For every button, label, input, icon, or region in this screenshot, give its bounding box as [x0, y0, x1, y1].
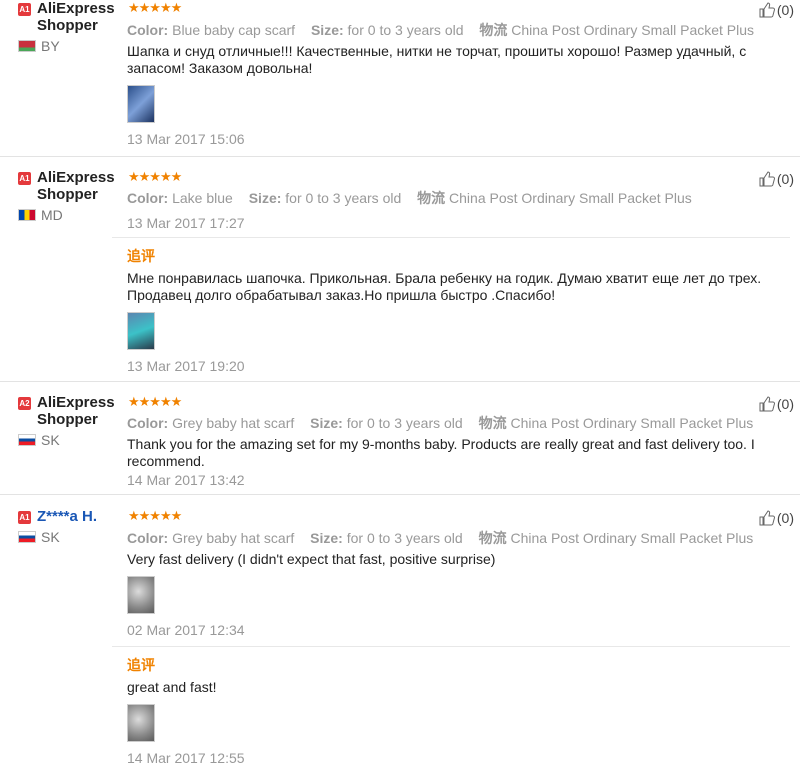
attr-logistics: China Post Ordinary Small Packet Plus: [449, 190, 692, 206]
attr-color: Grey baby hat scarf: [172, 530, 295, 546]
review-item: A1 AliExpress Shopper BY ★★★★★ (0) Color…: [0, 0, 800, 157]
review-author: A1 Z****a H. SK: [18, 508, 126, 545]
helpful-count: (0): [776, 2, 794, 18]
level-badge-icon: A1: [18, 511, 31, 524]
followup-text: Мне понравилась шапочка. Прикольная. Бра…: [127, 270, 762, 303]
helpful-count: (0): [776, 396, 794, 412]
followup-label: 追评: [127, 657, 155, 673]
followup-section: 追评 Мне понравилась шапочка. Прикольная. …: [112, 237, 790, 374]
review-date: 02 Mar 2017 12:34: [127, 622, 245, 638]
star-rating: ★★★★★: [128, 0, 182, 15]
buyer-name: AliExpress Shopper: [37, 169, 115, 203]
review-item: A1 Z****a H. SK ★★★★★ (0) Color: Grey ba…: [0, 495, 800, 766]
country-code: BY: [41, 38, 60, 54]
followup-date: 14 Mar 2017 12:55: [127, 750, 245, 766]
product-attributes: Color: Grey baby hat scarf Size: for 0 t…: [127, 530, 754, 546]
thumb-up-icon: [759, 510, 775, 526]
helpful-button[interactable]: (0): [759, 396, 794, 412]
attr-color: Lake blue: [172, 190, 233, 206]
followup-date: 13 Mar 2017 19:20: [127, 358, 245, 374]
review-author: A2 AliExpress Shopper SK: [18, 394, 126, 448]
helpful-button[interactable]: (0): [759, 2, 794, 18]
thumb-up-icon: [759, 396, 775, 412]
attr-logistics: China Post Ordinary Small Packet Plus: [510, 530, 754, 546]
review-text: Thank you for the amazing set for my 9-m…: [127, 436, 755, 469]
helpful-count: (0): [776, 171, 794, 187]
flag-icon: [18, 531, 36, 543]
flag-icon: [18, 209, 36, 221]
level-badge-icon: A1: [18, 172, 31, 185]
review-photo[interactable]: [127, 312, 155, 350]
followup-label: 追评: [127, 248, 155, 264]
review-text: Very fast delivery (I didn't expect that…: [127, 551, 496, 567]
helpful-count: (0): [776, 510, 794, 526]
country-code: SK: [41, 432, 60, 448]
flag-icon: [18, 434, 36, 446]
level-badge-icon: A1: [18, 3, 31, 16]
helpful-button[interactable]: (0): [759, 510, 794, 526]
buyer-name: AliExpress Shopper: [37, 0, 115, 34]
review-photo[interactable]: [127, 704, 155, 742]
country-code: SK: [41, 529, 60, 545]
thumb-up-icon: [759, 2, 775, 18]
followup-section: 追评 great and fast! 14 Mar 2017 12:55: [112, 646, 790, 766]
thumb-up-icon: [759, 171, 775, 187]
product-attributes: Color: Blue baby cap scarf Size: for 0 t…: [127, 22, 755, 38]
country-code: MD: [41, 207, 63, 223]
star-rating: ★★★★★: [128, 508, 182, 523]
attr-size: for 0 to 3 years old: [285, 190, 402, 206]
helpful-button[interactable]: (0): [759, 171, 794, 187]
star-rating: ★★★★★: [128, 169, 182, 184]
review-author: A1 AliExpress Shopper BY: [18, 0, 126, 54]
attr-color: Grey baby hat scarf: [172, 415, 295, 431]
review-photo[interactable]: [127, 576, 155, 614]
star-rating: ★★★★★: [128, 394, 182, 409]
attr-color: Blue baby cap scarf: [172, 22, 296, 38]
review-item: A1 AliExpress Shopper MD ★★★★★ (0) Color…: [0, 157, 800, 382]
level-badge-icon: A2: [18, 397, 31, 410]
review-date: 14 Mar 2017 13:42: [127, 472, 245, 488]
attr-size: for 0 to 3 years old: [347, 22, 464, 38]
review-author: A1 AliExpress Shopper MD: [18, 169, 126, 223]
buyer-name[interactable]: Z****a H.: [37, 508, 97, 525]
review-text: Шапка и снуд отличные!!! Качественные, н…: [127, 43, 747, 76]
attr-logistics: China Post Ordinary Small Packet Plus: [511, 22, 755, 38]
review-date: 13 Mar 2017 15:06: [127, 131, 245, 147]
review-item: A2 AliExpress Shopper SK ★★★★★ (0) Color…: [0, 382, 800, 495]
attr-size: for 0 to 3 years old: [346, 530, 463, 546]
attr-size: for 0 to 3 years old: [346, 415, 463, 431]
buyer-name: AliExpress Shopper: [37, 394, 115, 428]
followup-text: great and fast!: [127, 679, 217, 695]
review-date: 13 Mar 2017 17:27: [127, 215, 245, 231]
product-attributes: Color: Grey baby hat scarf Size: for 0 t…: [127, 415, 754, 431]
product-attributes: Color: Lake blue Size: for 0 to 3 years …: [127, 190, 692, 206]
attr-logistics: China Post Ordinary Small Packet Plus: [510, 415, 754, 431]
flag-icon: [18, 40, 36, 52]
review-photo[interactable]: [127, 85, 155, 123]
